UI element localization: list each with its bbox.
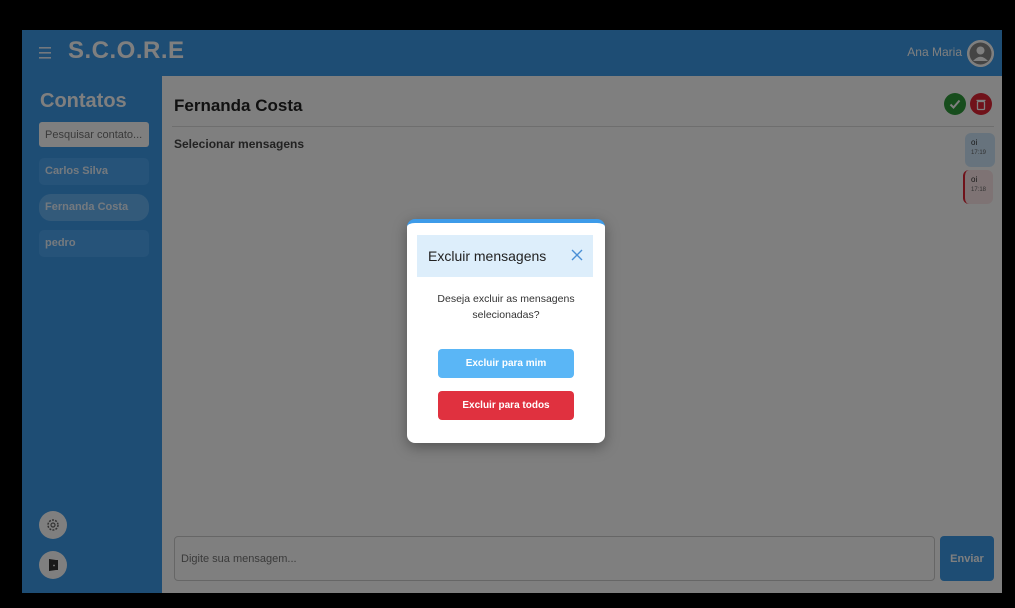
dialog-message: Deseja excluir as mensagens selecionadas…	[437, 293, 575, 321]
delete-messages-dialog: Excluir mensagens Deseja excluir as mens…	[407, 219, 605, 443]
dialog-header: Excluir mensagens	[417, 235, 593, 277]
delete-for-me-button[interactable]: Excluir para mim	[438, 349, 574, 378]
dialog-title: Excluir mensagens	[428, 248, 547, 264]
close-icon[interactable]	[569, 247, 585, 263]
delete-for-all-button[interactable]: Excluir para todos	[438, 391, 574, 420]
